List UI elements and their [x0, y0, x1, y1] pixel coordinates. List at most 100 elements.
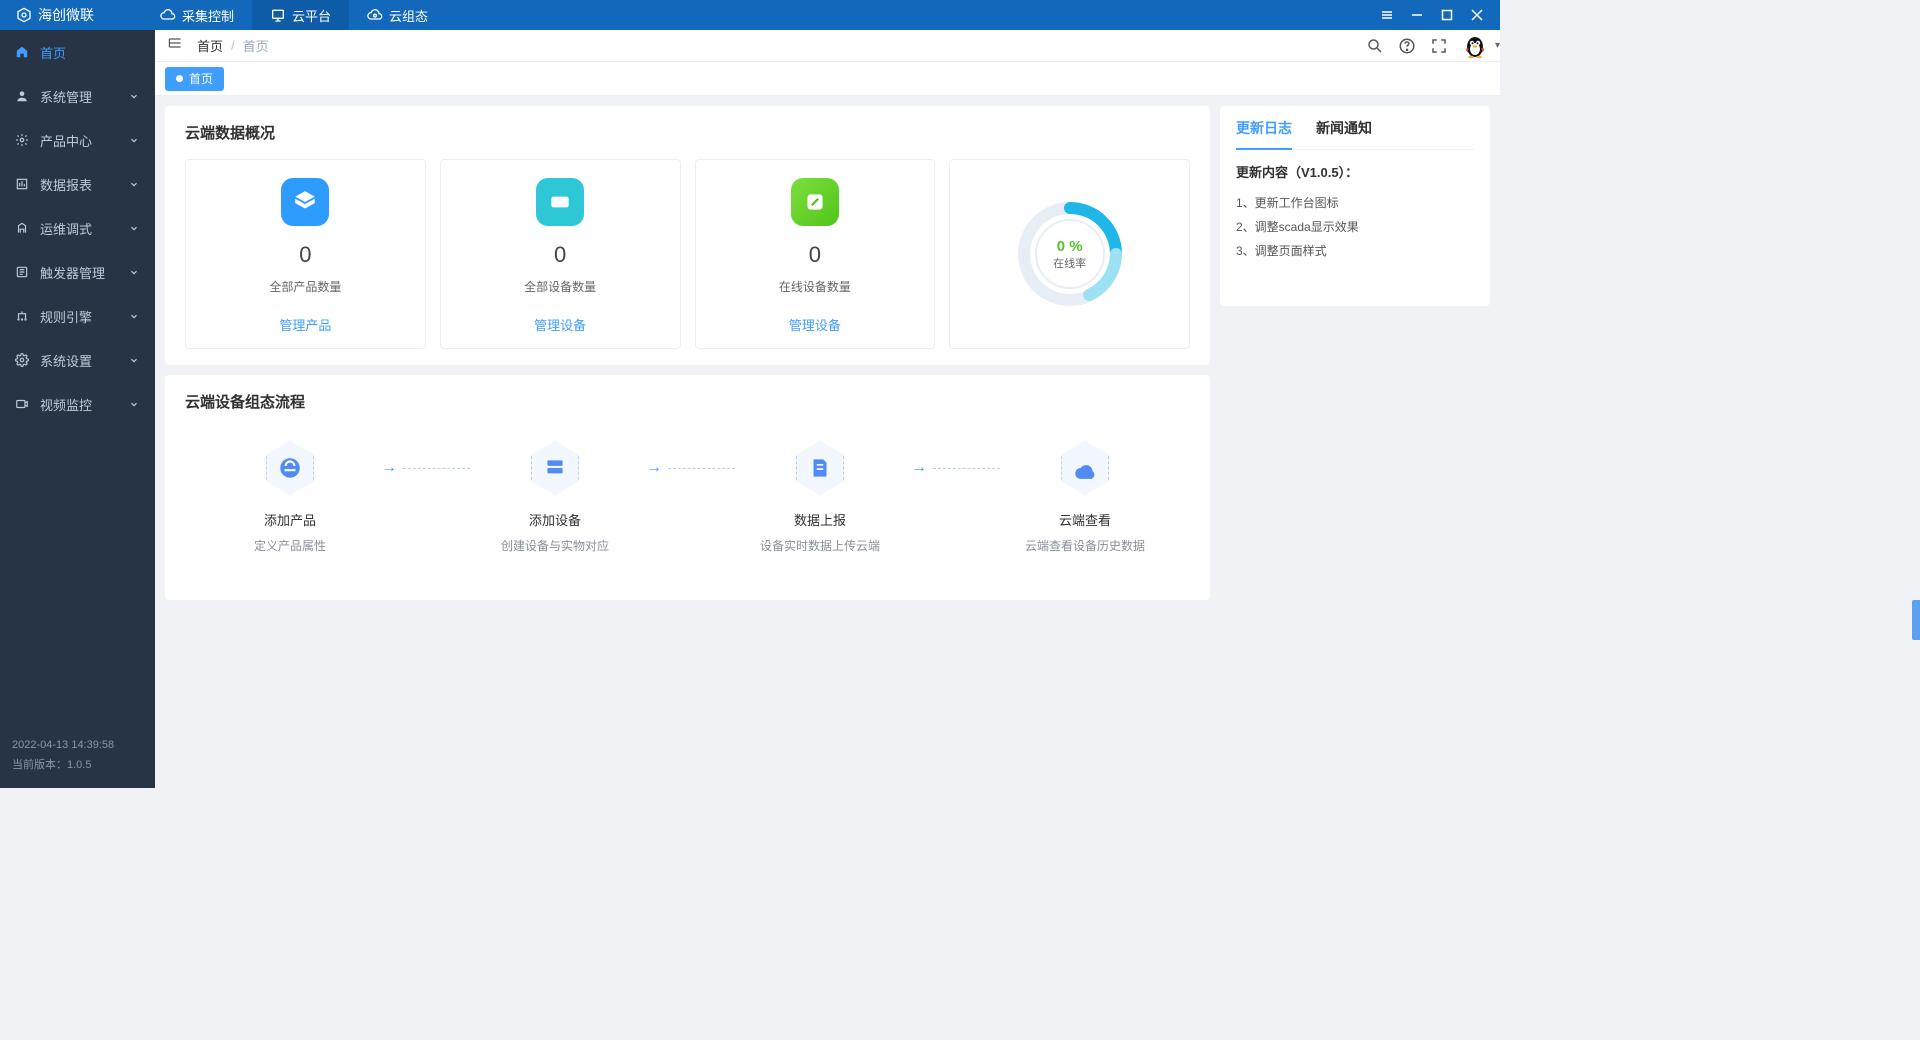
sidebar-icon [14, 133, 30, 147]
flow-step-title: 云端查看 [1059, 510, 1111, 529]
stat-card-2: 0 在线设备数量 管理设备 [695, 159, 936, 349]
changelog-card: 更新日志 新闻通知 更新内容（V1.0.5）： 1、更新工作台图标2、调整sca… [1220, 106, 1490, 306]
menu-button[interactable] [1372, 0, 1402, 30]
arrow-right-icon: → [381, 459, 397, 477]
stat-icon [536, 178, 584, 226]
flow-step-1: 添加设备 创建设备与实物对应 [470, 438, 640, 554]
sidebar-item-6[interactable]: 规则引擎 [0, 294, 155, 338]
sidebar-icon [14, 45, 30, 59]
flow-arrow: → [375, 438, 470, 498]
sidebar-item-3[interactable]: 数据报表 [0, 162, 155, 206]
sidebar-item-5[interactable]: 触发器管理 [0, 250, 155, 294]
flow-step-sub: 创建设备与实物对应 [501, 537, 609, 554]
top-tab-label: 采集控制 [182, 6, 234, 25]
sidebar-icon [14, 353, 30, 367]
flow-step-icon [793, 438, 847, 498]
flow-step-title: 添加产品 [264, 510, 316, 529]
sidebar-footer: 2022-04-13 14:39:58 当前版本：1.0.5 [0, 726, 155, 788]
sidebar-item-label: 运维调式 [40, 219, 129, 238]
top-tab-cloud-platform[interactable]: 云平台 [252, 0, 349, 30]
sidebar-item-label: 首页 [40, 43, 141, 62]
chevron-down-icon [129, 177, 141, 192]
arrow-right-icon: → [911, 459, 927, 477]
window-controls [1372, 0, 1492, 30]
flow-step-sub: 设备实时数据上传云端 [760, 537, 880, 554]
flow-arrow: → [905, 438, 1000, 498]
minimize-button[interactable] [1402, 0, 1432, 30]
brand-name: 海创微联 [38, 5, 94, 25]
flow-step-3: 云端查看 云端查看设备历史数据 [1000, 438, 1170, 554]
chevron-down-icon [129, 353, 141, 368]
search-icon[interactable] [1366, 37, 1384, 55]
sidebar-item-label: 规则引擎 [40, 307, 129, 326]
user-avatar[interactable] [1462, 33, 1488, 59]
overview-card: 云端数据概况 0 全部产品数量 管理产品 0 全部设备数量 管理设备 0 在线设… [165, 106, 1210, 365]
top-tab-cloud-config[interactable]: 云组态 [349, 0, 446, 30]
stat-icon [281, 178, 329, 226]
flow-step-sub: 定义产品属性 [254, 537, 326, 554]
page-tab-label: 首页 [189, 70, 213, 87]
flow-title: 云端设备组态流程 [185, 391, 1190, 412]
news-tab[interactable]: 新闻通知 [1316, 118, 1372, 149]
flow-step-title: 添加设备 [529, 510, 581, 529]
sidebar-icon [14, 397, 30, 411]
sidebar-item-7[interactable]: 系统设置 [0, 338, 155, 382]
changelog-item: 1、更新工作台图标 [1236, 191, 1474, 215]
sidebar-icon [14, 309, 30, 323]
chevron-down-icon [129, 133, 141, 148]
close-button[interactable] [1462, 0, 1492, 30]
changelog-tab[interactable]: 更新日志 [1236, 118, 1292, 150]
help-icon[interactable] [1398, 37, 1416, 55]
page-tabs: 首页 [155, 62, 1500, 96]
stat-link[interactable]: 管理产品 [279, 315, 331, 334]
qq-penguin-icon [1462, 33, 1488, 59]
sidebar-item-label: 视频监控 [40, 395, 129, 414]
sidebar-collapse-button[interactable] [167, 35, 187, 56]
sidebar-item-2[interactable]: 产品中心 [0, 118, 155, 162]
page-tab-home[interactable]: 首页 [165, 67, 224, 91]
sidebar-item-label: 系统设置 [40, 351, 129, 370]
flow-step-0: 添加产品 定义产品属性 [205, 438, 375, 554]
brand: 海创微联 [8, 5, 102, 25]
titlebar: 海创微联 采集控制 云平台 云组态 [0, 0, 1500, 30]
sidebar-icon [14, 89, 30, 103]
stat-link[interactable]: 管理设备 [789, 315, 841, 334]
breadcrumb-root[interactable]: 首页 [197, 36, 223, 55]
chevron-down-icon [129, 397, 141, 412]
top-tab-label: 云组态 [389, 6, 428, 25]
stat-value: 0 [554, 242, 566, 268]
stat-link[interactable]: 管理设备 [534, 315, 586, 334]
sidebar-item-8[interactable]: 视频监控 [0, 382, 155, 426]
maximize-button[interactable] [1432, 0, 1462, 30]
scroll-hint [1912, 600, 1920, 640]
fullscreen-icon[interactable] [1430, 37, 1448, 55]
flow-step-icon [528, 438, 582, 498]
stat-card-0: 0 全部产品数量 管理产品 [185, 159, 426, 349]
stat-value: 0 [299, 242, 311, 268]
cloud-config-icon [367, 7, 383, 23]
arrow-right-icon: → [646, 459, 662, 477]
stat-icon [791, 178, 839, 226]
breadcrumb: 首页 / 首页 [197, 36, 269, 55]
breadcrumb-current: 首页 [243, 36, 269, 55]
stat-label: 全部产品数量 [269, 278, 341, 295]
sidebar-item-label: 系统管理 [40, 87, 129, 106]
sidebar-item-0[interactable]: 首页 [0, 30, 155, 74]
sidebar-item-4[interactable]: 运维调式 [0, 206, 155, 250]
stat-value: 0 [809, 242, 821, 268]
gauge-label: 在线率 [1053, 255, 1086, 271]
changelog-item: 3、调整页面样式 [1236, 239, 1474, 263]
chevron-down-icon [129, 309, 141, 324]
chevron-down-icon [129, 265, 141, 280]
flow-step-icon [263, 438, 317, 498]
top-tab-collect[interactable]: 采集控制 [142, 0, 252, 30]
brand-logo-icon [16, 7, 32, 23]
sidebar-item-1[interactable]: 系统管理 [0, 74, 155, 118]
cloud-platform-icon [270, 7, 286, 23]
breadcrumb-sep: / [231, 38, 235, 53]
sidebar: 首页 系统管理 产品中心 数据报表 运维调式 触发器管理 规则引擎 系统设置 视… [0, 30, 155, 788]
content-header: 首页 / 首页 [155, 30, 1500, 62]
stat-label: 在线设备数量 [779, 278, 851, 295]
flow-step-icon [1058, 438, 1112, 498]
chevron-down-icon [129, 89, 141, 104]
